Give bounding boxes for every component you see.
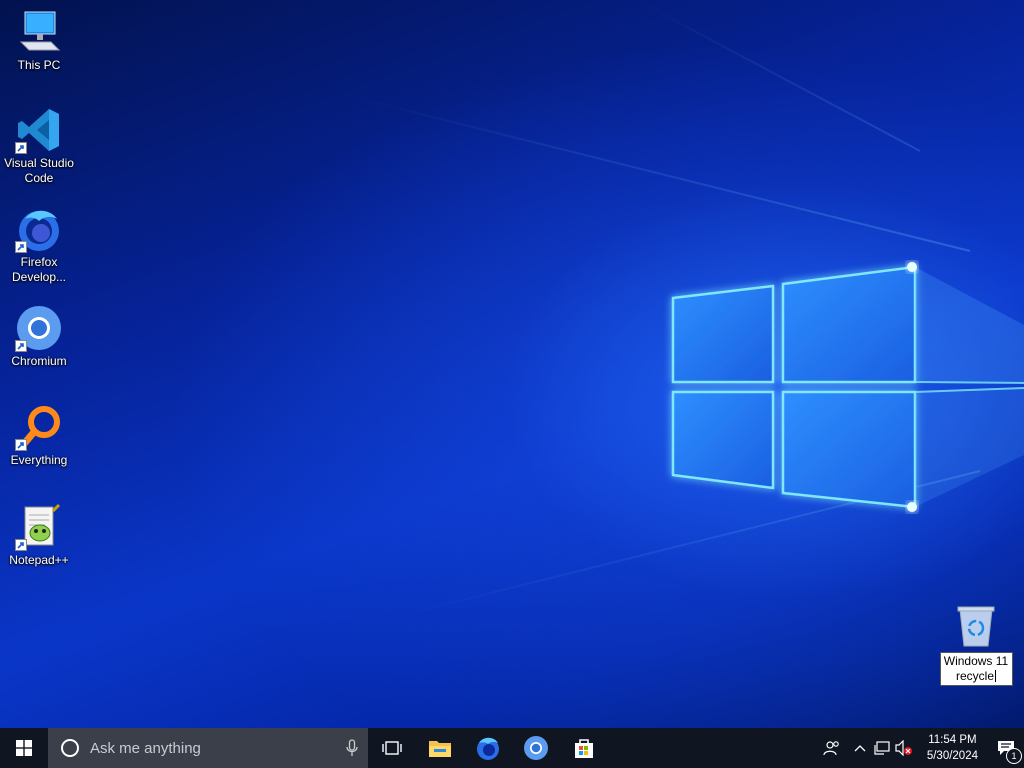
network-button[interactable]	[871, 728, 893, 768]
desktop-icon-this-pc[interactable]: This PC	[1, 8, 77, 73]
notepad-plus-plus-icon	[15, 503, 63, 551]
cortana-icon	[61, 739, 79, 757]
desktop-icon-label: Everything	[10, 453, 68, 467]
desktop-icon-recycle-bin[interactable]: Windows 11 recycle	[938, 602, 1014, 686]
rename-textbox[interactable]: Windows 11 recycle	[939, 652, 1013, 686]
volume-button[interactable]	[893, 728, 915, 768]
task-view-icon	[382, 741, 402, 755]
vscode-icon	[15, 106, 63, 154]
chevron-up-icon	[854, 745, 866, 752]
task-view-button[interactable]	[368, 728, 416, 768]
rename-value: Windows 11 recycle	[943, 654, 1009, 683]
taskbar-file-explorer[interactable]	[416, 728, 464, 768]
network-wired-icon	[874, 741, 890, 755]
microsoft-store-icon	[575, 739, 593, 758]
taskbar-chromium[interactable]	[512, 728, 560, 768]
firefox-developer-icon	[477, 737, 499, 760]
system-tray: 11:54 PM 5/30/2024 1	[815, 728, 1024, 768]
shortcut-arrow-icon	[15, 539, 27, 551]
desktop-icon-vscode[interactable]: Visual Studio Code	[1, 106, 77, 186]
text-caret	[995, 670, 996, 682]
shortcut-arrow-icon	[15, 439, 27, 451]
desktop-icon-firefox-developer[interactable]: Firefox Develop...	[1, 205, 77, 285]
firefox-developer-icon	[15, 205, 63, 253]
desktop-icon-label: This PC	[17, 58, 61, 72]
windows-start-icon	[16, 740, 32, 756]
desktop-icon-notepad-plus-plus[interactable]: Notepad++	[1, 503, 77, 568]
notification-count-badge: 1	[1006, 748, 1022, 764]
windows-logo-wallpaper	[660, 255, 1024, 525]
desktop-icon-label: Notepad++	[9, 553, 69, 567]
search-placeholder: Ask me anything	[90, 739, 201, 757]
shortcut-arrow-icon	[15, 241, 27, 253]
file-explorer-icon	[429, 741, 451, 757]
desktop-icon-everything[interactable]: Everything	[1, 403, 77, 468]
clock[interactable]: 11:54 PM 5/30/2024	[915, 732, 988, 764]
people-button[interactable]	[815, 728, 849, 768]
people-icon	[823, 741, 839, 756]
desktop-icon-chromium[interactable]: Chromium	[1, 304, 77, 369]
everything-search-icon	[15, 403, 63, 451]
shortcut-arrow-icon	[15, 142, 27, 154]
volume-muted-icon	[895, 740, 912, 756]
microphone-icon	[346, 739, 358, 756]
desktop-icon-label: Firefox Develop...	[11, 255, 67, 284]
shortcut-arrow-icon	[15, 340, 27, 352]
action-center-button[interactable]: 1	[988, 728, 1024, 768]
desktop-icon-label: Chromium	[11, 354, 67, 368]
taskbar: Ask me anything 11:54 PM 5/30/2024 1	[0, 728, 1024, 768]
clock-date: 5/30/2024	[926, 750, 978, 762]
clock-time: 11:54 PM	[928, 734, 977, 746]
chromium-icon	[15, 304, 63, 352]
desktop[interactable]: This PC Visual Studio Code Firefox Devel…	[0, 0, 1024, 728]
computer-icon	[15, 8, 63, 56]
start-button[interactable]	[0, 728, 48, 768]
recycle-bin-icon	[952, 602, 1000, 650]
taskbar-microsoft-store[interactable]	[560, 728, 608, 768]
show-hidden-icons-button[interactable]	[849, 728, 871, 768]
desktop-icon-label: Visual Studio Code	[4, 156, 74, 185]
chromium-icon	[524, 736, 548, 760]
search-box[interactable]: Ask me anything	[48, 728, 368, 768]
taskbar-firefox-developer[interactable]	[464, 728, 512, 768]
